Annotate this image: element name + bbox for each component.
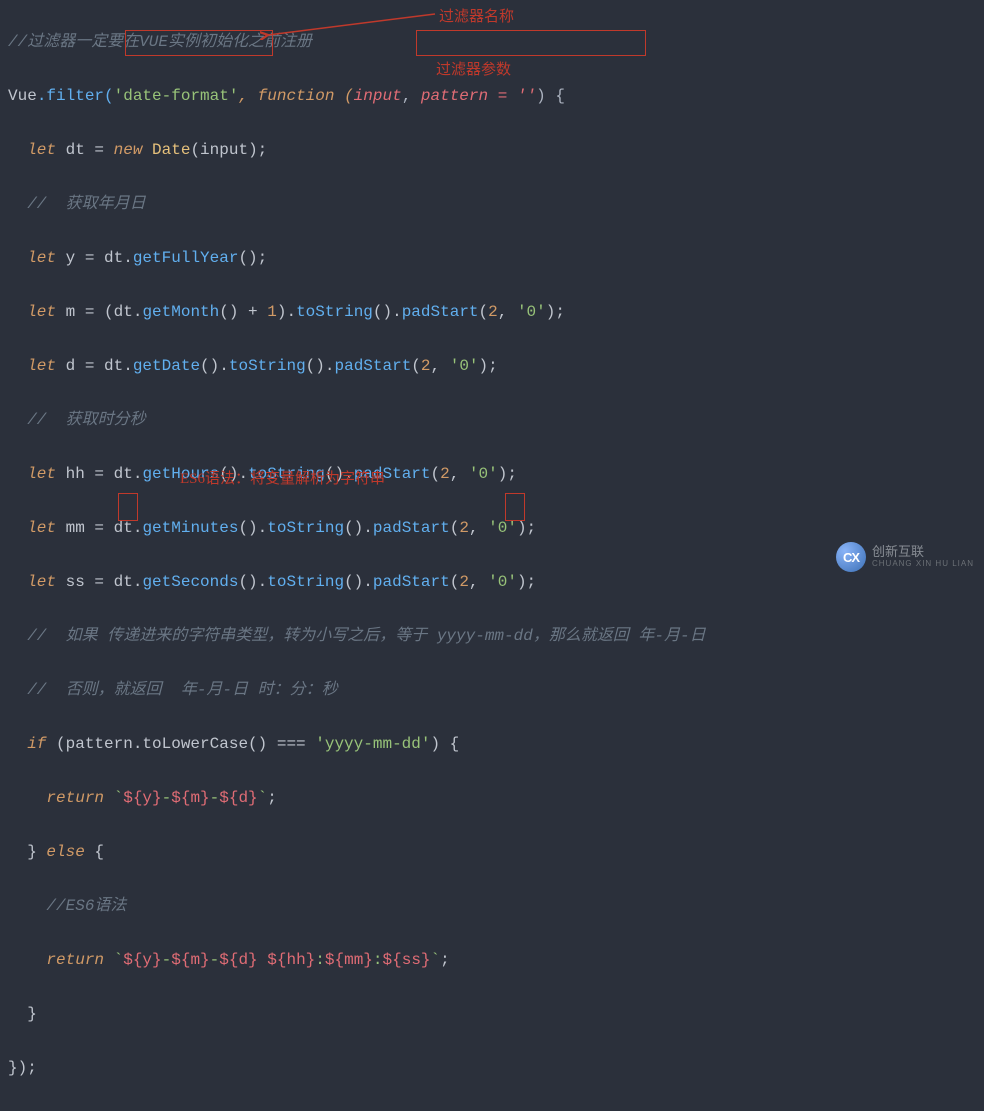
comment-branch-2: // 否则，就返回 年-月-日 时：分：秒 (27, 681, 337, 699)
logo-brand-pinyin: CHUANG XIN HU LIAN (872, 559, 974, 569)
logo-brand-cn: 创新互联 (872, 545, 974, 559)
watermark-logo: CX 创新互联 CHUANG XIN HU LIAN (836, 542, 974, 572)
comment-es6: //ES6语法 (46, 897, 126, 915)
token-function: , function ( (238, 87, 353, 105)
comment-branch-1: // 如果 传递进来的字符串类型，转为小写之后，等于 yyyy-mm-dd，那么… (27, 627, 705, 645)
filter-name-string: 'date-format' (114, 87, 239, 105)
param-input: input (354, 87, 402, 105)
comment-hms: // 获取时分秒 (27, 411, 145, 429)
param-pattern: pattern = '' (421, 87, 536, 105)
comment-top: //过滤器一定要在VUE实例初始化之前注册 (8, 33, 312, 51)
logo-icon: CX (836, 542, 866, 572)
token-filter: .filter( (37, 87, 114, 105)
comment-ymd: // 获取年月日 (27, 195, 145, 213)
token-vue: Vue (8, 87, 37, 105)
